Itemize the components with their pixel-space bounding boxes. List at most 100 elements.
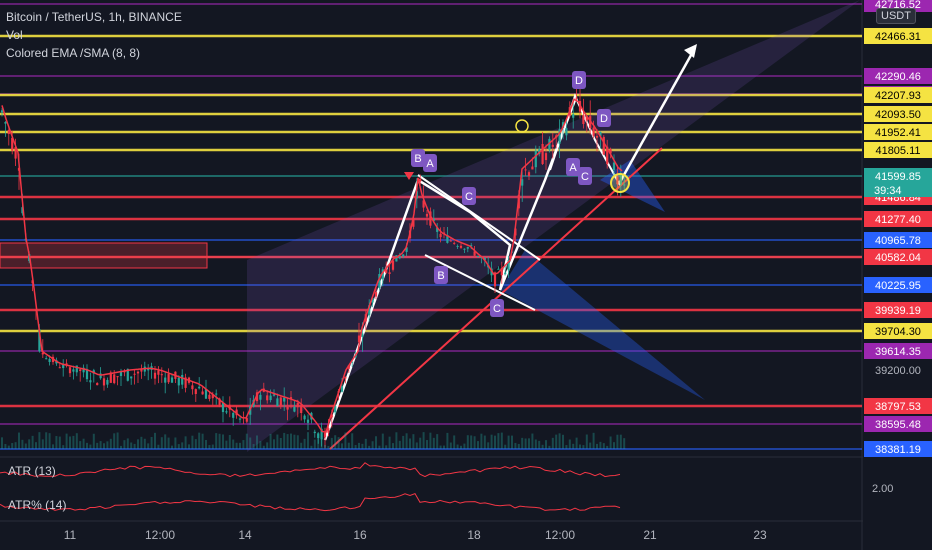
volume-bar <box>521 437 524 449</box>
candle-body <box>439 233 442 238</box>
volume-bar <box>402 435 405 449</box>
candle-body <box>194 389 197 394</box>
atr-percent-legend[interactable]: ATR% (14) <box>8 498 66 512</box>
candle-body <box>45 358 48 360</box>
volume-bar <box>249 437 252 449</box>
volume-bar <box>585 434 588 449</box>
volume-bar <box>517 443 520 449</box>
volume-bar <box>494 435 496 449</box>
volume-bar <box>415 442 418 449</box>
volume-bar <box>106 441 109 449</box>
pattern-label: C <box>465 191 473 203</box>
volume-bar <box>582 445 585 449</box>
candle-body <box>96 383 99 386</box>
volume-bar <box>558 433 561 449</box>
candle-body <box>177 377 180 386</box>
candle-body <box>344 376 347 379</box>
candle-body <box>527 172 531 177</box>
volume-bar <box>548 445 551 449</box>
volume-bar <box>392 443 394 449</box>
volume-bar <box>269 433 272 449</box>
volume-bar <box>344 432 347 449</box>
volume-bar <box>327 445 330 449</box>
volume-bar <box>109 438 112 449</box>
candle-body <box>463 248 466 250</box>
candle-body <box>170 377 174 383</box>
candle-body <box>130 376 133 379</box>
volume-bar <box>225 440 228 449</box>
candle-body <box>238 418 242 420</box>
time-tick-label: 16 <box>353 528 367 542</box>
volume-bar <box>164 434 167 449</box>
volume-bar <box>239 442 241 449</box>
atr-legend[interactable]: ATR (13) <box>8 464 56 478</box>
currency-selector[interactable]: USDT <box>876 8 916 24</box>
candle-body <box>531 166 534 170</box>
volume-bar <box>616 434 619 449</box>
volume-bar <box>262 445 265 449</box>
volume-bar <box>470 435 473 449</box>
candle-body <box>391 260 395 270</box>
volume-bar <box>24 443 27 449</box>
candle-body <box>116 376 119 378</box>
volume-bar <box>381 433 384 449</box>
volume-bar <box>21 439 24 449</box>
volume-bar <box>511 435 513 449</box>
volume-bar <box>79 441 82 449</box>
volume-bar <box>75 433 78 449</box>
atr-axis-label: 2.00 <box>872 483 893 495</box>
ema-legend[interactable]: Colored EMA /SMA (8, 8) <box>6 45 140 61</box>
price-label: 39704.30 <box>875 326 921 338</box>
price-label: 40965.78 <box>875 235 921 247</box>
candle-body <box>208 394 211 399</box>
symbol-legend[interactable]: Bitcoin / TetherUS, 1h, BINANCE <box>6 9 182 25</box>
pattern-label: A <box>426 158 434 170</box>
candle-body <box>266 395 269 401</box>
candle-body <box>4 122 7 124</box>
volume-bar <box>137 439 139 449</box>
volume-bar <box>45 432 48 449</box>
volume-bar <box>296 435 299 449</box>
volume-bar <box>619 434 622 449</box>
volume-bar <box>198 432 201 449</box>
volume-bar <box>500 432 503 449</box>
volume-bar <box>439 445 442 449</box>
volume-bar <box>317 433 320 449</box>
candle-body <box>323 432 327 438</box>
volume-bar <box>426 440 428 449</box>
candle-body <box>602 136 605 155</box>
volume-bar <box>259 441 262 449</box>
candle-body <box>272 394 276 396</box>
price-label: 41805.11 <box>875 145 920 157</box>
volume-bar <box>228 434 231 449</box>
volume-bar <box>147 443 150 449</box>
volume-bar <box>507 435 510 449</box>
volume-bar <box>364 438 367 449</box>
price-label: 40225.95 <box>875 280 921 292</box>
candle-body <box>504 272 507 275</box>
volume-bar <box>286 434 289 449</box>
volume-bar <box>596 443 598 449</box>
candle-body <box>232 412 235 418</box>
price-chart[interactable]: BACBCDACD 42716.5242466.3142290.4642220.… <box>0 0 932 550</box>
volume-bar <box>460 445 462 449</box>
volume-legend[interactable]: Vol <box>6 27 23 43</box>
volume-bar <box>55 436 58 449</box>
candle-body <box>72 369 75 372</box>
volume-bar <box>300 442 303 449</box>
volume-bar <box>96 442 99 449</box>
candle-body <box>164 377 167 383</box>
volume-bar <box>538 440 541 449</box>
volume-bar <box>123 440 126 449</box>
candle-body <box>497 268 500 270</box>
volume-bar <box>422 432 425 449</box>
candle-body <box>79 369 82 372</box>
candle-body <box>198 386 201 389</box>
candle-body <box>201 391 204 395</box>
candle-body <box>113 374 116 384</box>
volume-bar <box>432 437 435 449</box>
volume-bar <box>320 436 323 449</box>
volume-bar <box>541 444 544 449</box>
volume-bar <box>429 432 432 449</box>
volume-bar <box>58 436 61 449</box>
